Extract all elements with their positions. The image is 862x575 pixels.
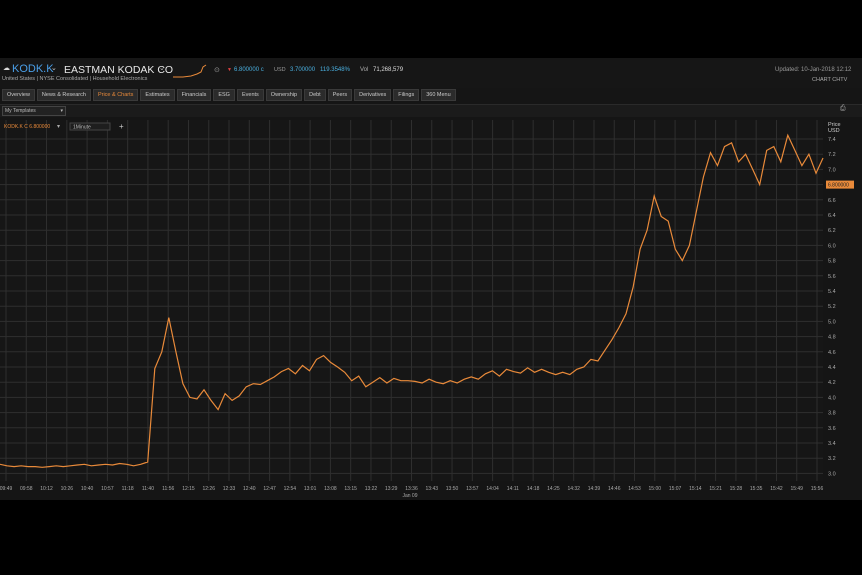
y-axis-ticks: 3.0 3.2 3.4 3.6 3.8 4.0 4.2 4.4 4.6 4.8 5.0 5.2 5.4 5… xyxy=(826,122,854,477)
y-tick-label: 3.6 xyxy=(828,426,836,432)
x-tick-label: 13:43 xyxy=(426,486,439,492)
y-tick-label: 4.6 xyxy=(828,350,836,356)
y-tick-label: 5.8 xyxy=(828,259,836,265)
y-tick-label: 3.4 xyxy=(828,441,836,447)
add-icon[interactable]: + xyxy=(119,122,124,131)
x-tick-label: 13:15 xyxy=(344,486,357,492)
y-axis-unit: USD xyxy=(828,128,840,134)
x-tick-label: 14:18 xyxy=(527,486,540,492)
x-tick-label: 15:42 xyxy=(770,486,783,492)
x-tick-label: 15:07 xyxy=(669,486,682,492)
x-tick-label: 13:50 xyxy=(446,486,459,492)
x-tick-label: 15:28 xyxy=(730,486,743,492)
date-label: Jan 09 xyxy=(402,493,417,499)
last-value-label: 6.800000 xyxy=(828,183,849,189)
x-tick-label: 10:12 xyxy=(40,486,53,492)
y-tick-label: 4.0 xyxy=(828,395,836,401)
y-tick-label: 4.8 xyxy=(828,335,836,341)
x-tick-label: 12:15 xyxy=(182,486,195,492)
x-tick-label: 15:35 xyxy=(750,486,763,492)
x-tick-label: 13:57 xyxy=(466,486,479,492)
x-tick-label: 14:25 xyxy=(547,486,560,492)
x-tick-label: 12:47 xyxy=(263,486,276,492)
x-tick-label: 14:46 xyxy=(608,486,621,492)
x-tick-label: 15:49 xyxy=(790,486,803,492)
x-tick-label: 11:56 xyxy=(162,486,174,492)
chart-grid xyxy=(0,120,823,481)
y-tick-label: 6.4 xyxy=(828,213,836,219)
x-tick-label: 15:14 xyxy=(689,486,702,492)
y-tick-label: 6.0 xyxy=(828,243,836,249)
x-tick-label: 09:49 xyxy=(0,486,12,492)
x-tick-label: 13:22 xyxy=(365,486,378,492)
x-tick-label: 12:26 xyxy=(202,486,215,492)
y-tick-label: 3.2 xyxy=(828,456,836,462)
x-tick-label: 10:57 xyxy=(101,486,114,492)
price-chart: 09:49 09:58 10:12 10:26 10:40 10:57 11:18 11:40… xyxy=(0,120,854,499)
x-tick-label: 14:53 xyxy=(628,486,641,492)
x-tick-label: 13:29 xyxy=(385,486,398,492)
interval-label: 1Minute xyxy=(73,125,91,131)
x-tick-label: 13:01 xyxy=(304,486,317,492)
x-tick-label: 10:26 xyxy=(61,486,74,492)
x-tick-label: 13:36 xyxy=(405,486,418,492)
y-tick-label: 4.2 xyxy=(828,380,836,386)
x-tick-label: 11:40 xyxy=(142,486,154,492)
x-tick-label: 15:56 xyxy=(811,486,824,492)
x-tick-label: 15:21 xyxy=(709,486,722,492)
y-tick-label: 6.6 xyxy=(828,198,836,204)
y-tick-label: 5.2 xyxy=(828,304,836,310)
x-tick-label: 12:33 xyxy=(223,486,236,492)
x-tick-label: 10:40 xyxy=(81,486,94,492)
y-tick-label: 7.2 xyxy=(828,152,836,158)
chevron-down-icon[interactable]: ▾ xyxy=(57,124,60,130)
series-label[interactable]: KODK.K C 6.800000 xyxy=(4,124,50,130)
y-tick-label: 7.4 xyxy=(828,137,836,143)
y-tick-label: 6.2 xyxy=(828,228,836,234)
y-tick-label: 5.6 xyxy=(828,274,836,280)
y-tick-label: 3.0 xyxy=(828,471,836,477)
x-tick-label: 14:04 xyxy=(486,486,499,492)
x-tick-label: 14:32 xyxy=(567,486,580,492)
x-tick-label: 12:54 xyxy=(284,486,297,492)
x-tick-label: 14:39 xyxy=(588,486,601,492)
x-axis-ticks: 09:49 09:58 10:12 10:26 10:40 10:57 11:18 11:40… xyxy=(0,486,823,499)
x-tick-label: 15:00 xyxy=(649,486,662,492)
y-tick-label: 4.4 xyxy=(828,365,836,371)
x-tick-label: 09:58 xyxy=(20,486,33,492)
x-tick-label: 13:08 xyxy=(324,486,337,492)
x-tick-label: 14:11 xyxy=(507,486,519,492)
x-tick-label: 11:18 xyxy=(122,486,134,492)
y-tick-label: 7.0 xyxy=(828,167,836,173)
y-tick-label: 5.0 xyxy=(828,319,836,325)
y-tick-label: 5.4 xyxy=(828,289,836,295)
x-tick-label: 12:40 xyxy=(243,486,256,492)
y-tick-label: 3.8 xyxy=(828,411,836,417)
